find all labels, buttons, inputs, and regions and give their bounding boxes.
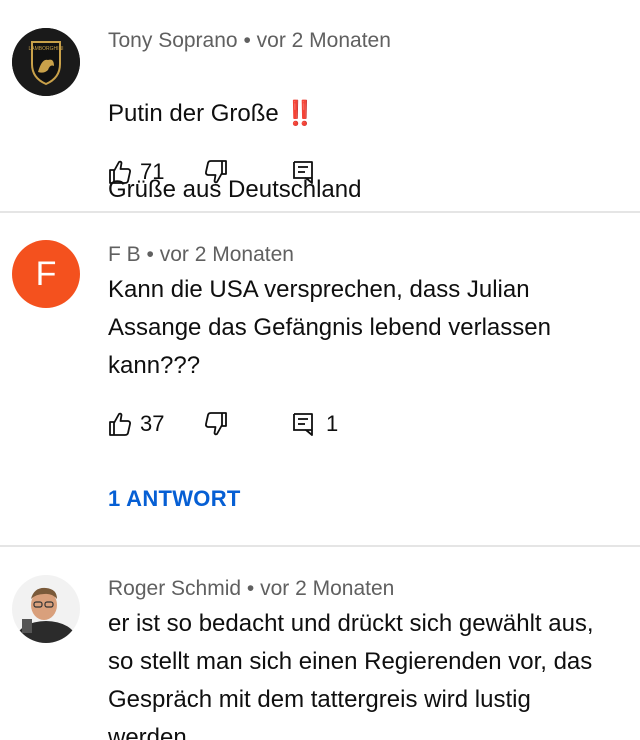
comment-meta: Roger Schmid • vor 2 Monaten <box>108 577 394 601</box>
comment-divider <box>0 545 640 547</box>
comment-time: vor 2 Monaten <box>260 577 395 600</box>
double-exclamation-emoji: ‼️ <box>285 100 315 127</box>
reply-button[interactable]: 1 <box>292 409 338 439</box>
comment-actions: 37 1 <box>108 409 368 439</box>
avatar[interactable] <box>12 575 80 643</box>
meta-separator: • <box>246 577 255 600</box>
comment-meta: Tony Soprano • vor 2 Monaten <box>108 29 391 53</box>
dislike-button[interactable] <box>204 409 228 439</box>
thumbs-up-icon <box>109 412 131 436</box>
comment-text: Putin der Große ‼️ Grüße aus Deutschland <box>108 57 640 247</box>
comment-time: vor 2 Monaten <box>159 243 294 266</box>
author-name[interactable]: Roger Schmid <box>108 577 241 600</box>
like-count: 37 <box>140 411 165 436</box>
reply-count: 1 <box>326 411 339 436</box>
dislike-button[interactable] <box>204 157 228 187</box>
meta-separator: • <box>243 29 251 52</box>
like-button[interactable]: 71 <box>108 157 164 187</box>
logo-wordmark: LAMBORGHINI <box>28 46 63 52</box>
like-count: 71 <box>140 159 165 184</box>
thumbs-down-icon <box>205 160 227 184</box>
lamborghini-logo-icon: LAMBORGHINI <box>12 28 80 96</box>
comment-text: Kann die USA versprechen, dass Julian As… <box>108 276 551 379</box>
comment-divider <box>0 211 640 213</box>
like-button[interactable]: 37 <box>108 409 164 439</box>
comment-reply-icon <box>293 161 313 184</box>
thumbs-down-icon <box>205 412 227 436</box>
person-photo-avatar <box>12 575 80 643</box>
view-replies-button[interactable]: 1 ANTWORT <box>108 486 241 512</box>
comment-reply-icon <box>293 413 313 436</box>
avatar-letter: F <box>35 254 57 293</box>
comment-text: er ist so bedacht und drückt sich gewähl… <box>108 610 594 740</box>
thumbs-up-icon <box>109 160 131 184</box>
avatar[interactable]: LAMBORGHINI <box>12 28 80 96</box>
comment-text-line: Putin der Große <box>108 100 279 127</box>
comment-actions: 71 <box>108 157 328 187</box>
comment-meta: F B • vor 2 Monaten <box>108 243 294 267</box>
meta-separator: • <box>146 243 154 266</box>
author-name[interactable]: F B <box>108 243 141 266</box>
avatar[interactable]: F <box>12 240 80 308</box>
comment-time: vor 2 Monaten <box>256 29 391 52</box>
author-name[interactable]: Tony Soprano <box>108 29 238 52</box>
reply-button[interactable] <box>292 157 314 187</box>
